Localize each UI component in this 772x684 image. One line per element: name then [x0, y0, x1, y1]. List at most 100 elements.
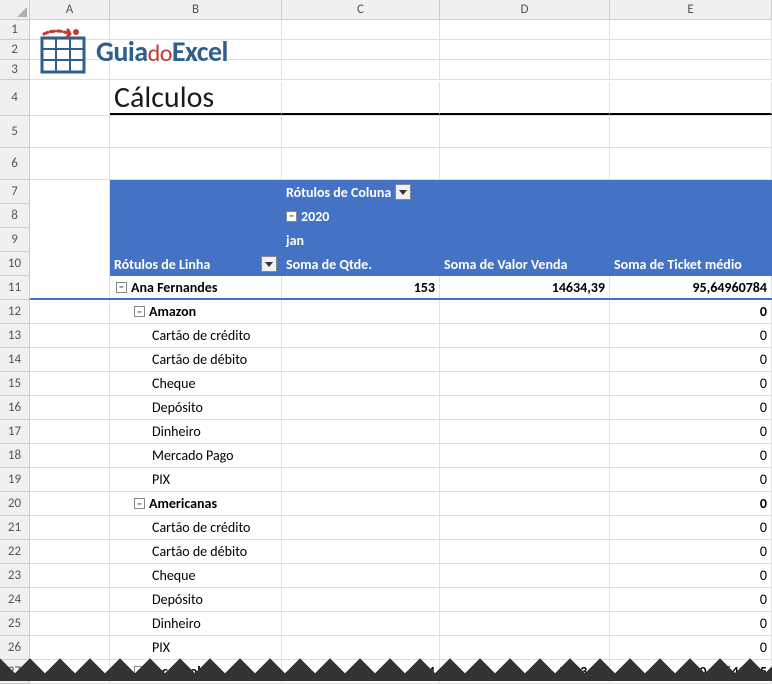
cell-a25[interactable] — [30, 612, 110, 635]
cell-d23[interactable] — [440, 564, 610, 587]
cell-e23[interactable]: 0 — [610, 564, 772, 587]
cell-e25[interactable]: 0 — [610, 612, 772, 635]
row-19[interactable]: PIX0 — [30, 468, 772, 492]
dropdown-icon[interactable] — [261, 256, 277, 272]
row-header-23[interactable]: 23 — [0, 564, 29, 588]
cell-e18[interactable]: 0 — [610, 444, 772, 467]
row-header-13[interactable]: 13 — [0, 324, 29, 348]
row-header-3[interactable]: 3 — [0, 60, 29, 80]
cell-d19[interactable] — [440, 468, 610, 491]
pivot-column-labels[interactable]: Rótulos de Coluna — [282, 180, 440, 204]
pivot-row-item[interactable]: Cheque — [110, 372, 282, 395]
row-header-20[interactable]: 20 — [0, 492, 29, 516]
row-16[interactable]: Depósito0 — [30, 396, 772, 420]
pivot-header-venda[interactable]: Soma de Valor Venda — [440, 252, 610, 276]
row-22[interactable]: Cartão de débito0 — [30, 540, 772, 564]
pivot-header-qtde[interactable]: Soma de Qtde. — [282, 252, 440, 276]
col-header-a[interactable]: A — [30, 0, 110, 19]
row-5[interactable] — [30, 116, 772, 148]
cell-e21[interactable]: 0 — [610, 516, 772, 539]
cell-e6[interactable] — [610, 148, 772, 179]
cell-c23[interactable] — [282, 564, 440, 587]
pivot-row-item[interactable]: Cheque — [110, 564, 282, 587]
cell-e9[interactable] — [610, 228, 772, 252]
pivot-row-item[interactable]: Cartão de crédito — [110, 324, 282, 347]
pivot-row-item[interactable]: −Americanas — [110, 492, 282, 515]
cell-e14[interactable]: 0 — [610, 348, 772, 371]
cell-c13[interactable] — [282, 324, 440, 347]
row-24[interactable]: Depósito 0 — [30, 588, 772, 612]
dropdown-icon[interactable] — [395, 184, 411, 200]
row-15[interactable]: Cheque 0 — [30, 372, 772, 396]
cell-e1[interactable] — [610, 20, 772, 39]
cell-d17[interactable] — [440, 420, 610, 443]
cell-a23[interactable] — [30, 564, 110, 587]
cell-e24[interactable]: 0 — [610, 588, 772, 611]
row-header-1[interactable]: 1 — [0, 20, 29, 40]
cell-a6[interactable] — [30, 148, 110, 179]
cell-d14[interactable] — [440, 348, 610, 371]
cell-b8[interactable] — [110, 204, 282, 228]
row-6[interactable] — [30, 148, 772, 180]
cell-a21[interactable] — [30, 516, 110, 539]
row-header-10[interactable]: 10 — [0, 252, 29, 276]
cell-c19[interactable] — [282, 468, 440, 491]
cell-e20[interactable]: 0 — [610, 492, 772, 515]
row-7[interactable]: Rótulos de Coluna — [30, 180, 772, 204]
row-4[interactable]: Cálculos — [30, 80, 772, 116]
row-header-11[interactable]: 11 — [0, 276, 29, 300]
col-header-d[interactable]: D — [440, 0, 610, 19]
row-21[interactable]: Cartão de crédito0 — [30, 516, 772, 540]
row-17[interactable]: Dinheiro0 — [30, 420, 772, 444]
pivot-month[interactable]: jan — [282, 228, 440, 252]
pivot-row-item[interactable]: Mercado Pago — [110, 444, 282, 467]
pivot-row-labels[interactable]: Rótulos de Linha — [110, 252, 282, 276]
row-header-12[interactable]: 12 — [0, 300, 29, 324]
row-header-9[interactable]: 9 — [0, 228, 29, 252]
cell-d24[interactable] — [440, 588, 610, 611]
cell-a5[interactable] — [30, 116, 110, 147]
cell-a20[interactable] — [30, 492, 110, 515]
row-14[interactable]: Cartão de débito 0 — [30, 348, 772, 372]
cell-e15[interactable]: 0 — [610, 372, 772, 395]
cell-b5[interactable] — [110, 116, 282, 147]
row-header-24[interactable]: 24 — [0, 588, 29, 612]
cell-a22[interactable] — [30, 540, 110, 563]
row-13[interactable]: Cartão de crédito0 — [30, 324, 772, 348]
cell-c3[interactable] — [282, 60, 440, 79]
cell-d1[interactable] — [440, 20, 610, 39]
cell-c25[interactable] — [282, 612, 440, 635]
cell-c1[interactable] — [282, 20, 440, 39]
pivot-row-item[interactable]: Depósito — [110, 588, 282, 611]
row-header-15[interactable]: 15 — [0, 372, 29, 396]
row-header-17[interactable]: 17 — [0, 420, 29, 444]
cell-c24[interactable] — [282, 588, 440, 611]
row-11[interactable]: −Ana Fernandes15314634,3995,64960784 — [30, 276, 772, 300]
row-25[interactable]: Dinheiro0 — [30, 612, 772, 636]
collapse-icon[interactable]: − — [134, 306, 145, 317]
cell-c6[interactable] — [282, 148, 440, 179]
cell-d11[interactable]: 14634,39 — [440, 276, 610, 298]
cell-d16[interactable] — [440, 396, 610, 419]
collapse-icon[interactable]: − — [116, 282, 127, 293]
cell-c12[interactable] — [282, 300, 440, 323]
cell-d8[interactable] — [440, 204, 610, 228]
cell-d15[interactable] — [440, 372, 610, 395]
cell-a10[interactable] — [30, 252, 110, 276]
cell-d7[interactable] — [440, 180, 610, 204]
cell-e17[interactable]: 0 — [610, 420, 772, 443]
cell-d5[interactable] — [440, 116, 610, 147]
collapse-icon[interactable]: − — [134, 498, 145, 509]
row-18[interactable]: Mercado Pago 0 — [30, 444, 772, 468]
cell-b9[interactable] — [110, 228, 282, 252]
row-12[interactable]: −Amazon0 — [30, 300, 772, 324]
cell-e16[interactable]: 0 — [610, 396, 772, 419]
row-header-6[interactable]: 6 — [0, 148, 29, 180]
cell-a7[interactable] — [30, 180, 110, 204]
select-all-corner[interactable] — [0, 0, 30, 20]
cell-e5[interactable] — [610, 116, 772, 147]
cell-c11[interactable]: 153 — [282, 276, 440, 298]
cell-a24[interactable] — [30, 588, 110, 611]
cell-b4[interactable]: Cálculos — [110, 82, 282, 115]
pivot-row-item[interactable]: Cartão de débito — [110, 348, 282, 371]
